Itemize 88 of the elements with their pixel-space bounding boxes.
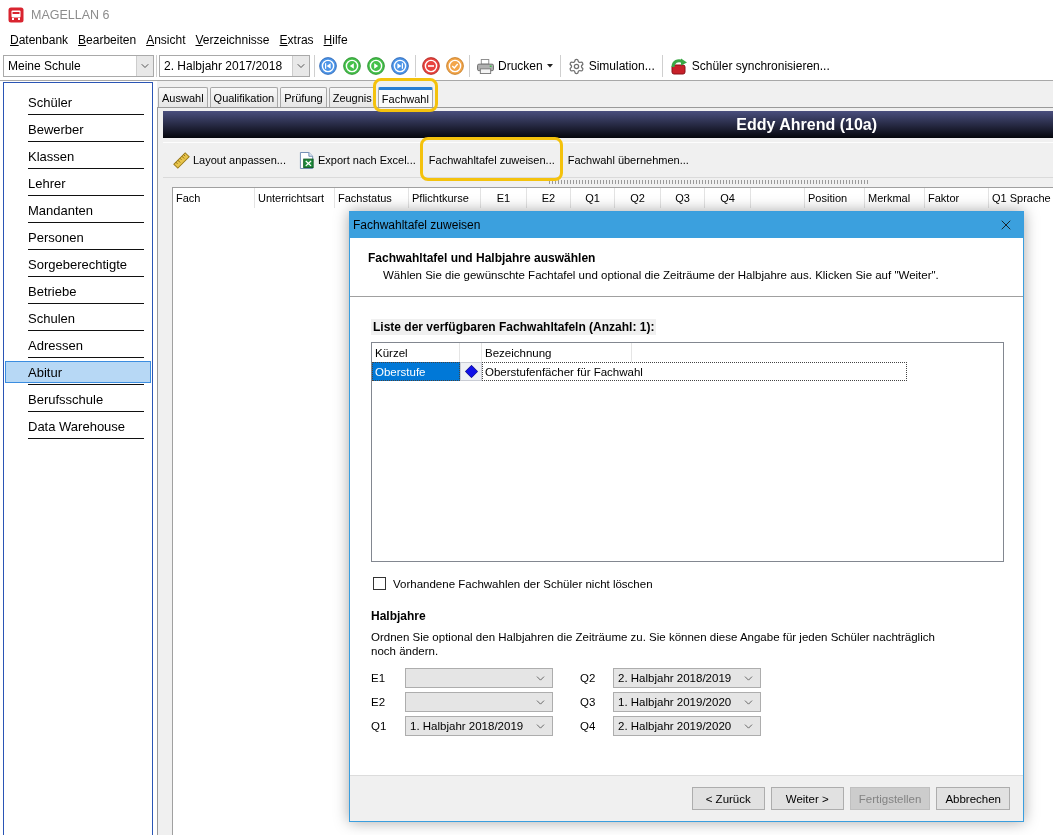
menu-item[interactable]: Hilfe xyxy=(320,32,351,48)
skip-first-icon[interactable] xyxy=(319,57,337,75)
field-label: Q2 xyxy=(580,672,597,684)
dialog-button[interactable]: Abbrechen xyxy=(936,787,1010,810)
school-dropdown[interactable]: Meine Schule xyxy=(3,55,154,77)
sidebar-item[interactable]: Betriebe xyxy=(5,280,151,302)
menu-item[interactable]: Bearbeiten xyxy=(75,32,140,48)
previous-icon[interactable] xyxy=(343,57,361,75)
app-icon xyxy=(8,7,24,23)
toolbar-button[interactable]: Fachwahl übernehmen... xyxy=(564,149,692,171)
field-label: Q4 xyxy=(580,720,597,732)
dialog-title: Fachwahltafel zuweisen xyxy=(353,218,481,232)
column-header[interactable]: Pflichtkurse xyxy=(409,188,481,208)
period-dropdown[interactable]: 2. Halbjahr 2017/2018 xyxy=(159,55,310,77)
column-header[interactable]: Q1 xyxy=(571,188,615,208)
dropdown-field[interactable]: 2. Halbjahr 2019/2020 xyxy=(613,716,761,736)
tab[interactable]: Qualifikation xyxy=(209,87,279,107)
section-title: Halbjahre xyxy=(371,609,427,623)
column-header[interactable]: Q3 xyxy=(661,188,705,208)
window-title: MAGELLAN 6 xyxy=(31,8,110,22)
next-icon[interactable] xyxy=(367,57,385,75)
column-header[interactable]: Merkmal xyxy=(865,188,925,208)
column-header[interactable]: Q2 xyxy=(615,188,661,208)
dropdown-field[interactable]: 1. Halbjahr 2019/2020 xyxy=(613,692,761,712)
student-name: Eddy Ahrend (10a) xyxy=(736,115,877,134)
sidebar-item[interactable]: Mandanten xyxy=(5,199,151,221)
sidebar-item[interactable]: Abitur xyxy=(5,361,151,383)
diamond-icon xyxy=(464,365,478,378)
skip-last-icon[interactable] xyxy=(391,57,409,75)
toolbar-button[interactable]: Layout anpassen... xyxy=(170,149,289,171)
dropdown-field[interactable] xyxy=(405,692,553,712)
field-label: Q3 xyxy=(580,696,597,708)
field-label: Q1 xyxy=(371,720,388,732)
toolbar-button[interactable]: Schüler synchronisieren... xyxy=(667,55,832,77)
checkbox-label: Vorhandene Fachwahlen der Schüler nicht löschen xyxy=(393,577,653,590)
check-circle-icon[interactable] xyxy=(446,57,464,75)
menu-item[interactable]: Datenbank xyxy=(7,32,72,48)
toolbar-button[interactable]: Simulation... xyxy=(565,55,657,77)
sidebar-item[interactable]: Adressen xyxy=(5,334,151,356)
sidebar-item[interactable]: Personen xyxy=(5,226,151,248)
tab[interactable]: Auswahl xyxy=(158,87,208,107)
column-header[interactable]: Bezeichnung xyxy=(482,343,632,362)
sidebar-item[interactable]: Data Warehouse xyxy=(5,415,151,437)
tab[interactable]: Fachwahl xyxy=(377,87,433,107)
sidebar-item[interactable]: Lehrer xyxy=(5,172,151,194)
field-label: E1 xyxy=(371,672,387,684)
list-title: Liste der verfügbaren Fachwahltafeln (Anzahl: 1): xyxy=(371,319,657,335)
dialog-heading: Fachwahltafel und Halbjahre auswählen xyxy=(368,251,597,266)
menu-item[interactable]: Verzeichnisse xyxy=(192,32,273,48)
toolbar-button[interactable]: Drucken xyxy=(475,55,555,77)
column-header[interactable]: E1 xyxy=(481,188,527,208)
dialog-button[interactable]: Weiter > xyxy=(770,787,844,810)
dialog-button[interactable]: < Zurück xyxy=(691,787,765,810)
toolbar-button[interactable]: Fachwahltafel zuweisen... xyxy=(425,149,558,171)
column-header[interactable]: Fachstatus xyxy=(335,188,409,208)
sidebar-item[interactable]: Klassen xyxy=(5,145,151,167)
menu-item[interactable]: Extras xyxy=(276,32,317,48)
sidebar-item[interactable]: Schüler xyxy=(5,91,151,113)
column-header[interactable]: Fach xyxy=(173,188,255,208)
tab[interactable]: Zeugnis xyxy=(328,87,376,107)
spreadsheet-icon xyxy=(298,151,315,169)
toolbar-button[interactable]: Export nach Excel... xyxy=(295,149,419,171)
table-cell[interactable]: Oberstufenfächer für Fachwahl xyxy=(482,362,907,381)
splitter-grip[interactable] xyxy=(548,180,870,184)
tab[interactable]: Prüfung xyxy=(280,87,327,107)
section-text: Ordnen Sie optional den Halbjahren die Zeiträume zu. Sie können diese Angabe für jeden Schüler nachträglich noch ändern. xyxy=(371,630,936,658)
sidebar-item[interactable]: Bewerber xyxy=(5,118,151,140)
column-header[interactable]: Faktor xyxy=(925,188,989,208)
dropdown-field[interactable]: 1. Halbjahr 2018/2019 xyxy=(405,716,553,736)
column-header[interactable]: Position xyxy=(805,188,865,208)
field-label: E2 xyxy=(371,696,387,708)
sidebar-item[interactable]: Berufsschule xyxy=(5,388,151,410)
minus-circle-icon[interactable] xyxy=(422,57,440,75)
column-header[interactable]: Unterrichtsart xyxy=(255,188,335,208)
dropdown-field[interactable] xyxy=(405,668,553,688)
gear-icon xyxy=(567,57,585,75)
column-header[interactable]: Q1 Sprache xyxy=(989,188,1053,208)
menu-item[interactable]: Ansicht xyxy=(143,32,189,48)
column-header[interactable]: Q4 xyxy=(705,188,751,208)
dropdown-field[interactable]: 2. Halbjahr 2018/2019 xyxy=(613,668,761,688)
column-header[interactable]: E2 xyxy=(527,188,571,208)
dialog-description: Wählen Sie die gewünschte Fachtafel und optional die Zeiträume der Halbjahre aus. Klicken Sie auf "Weiter". xyxy=(383,268,940,282)
checkbox[interactable] xyxy=(373,577,386,590)
sync-icon xyxy=(669,57,688,75)
printer-icon xyxy=(477,58,494,74)
table-cell[interactable]: Oberstufe xyxy=(372,362,460,381)
sidebar-item[interactable]: Schulen xyxy=(5,307,151,329)
sidebar-item[interactable]: Sorgeberechtigte xyxy=(5,253,151,275)
